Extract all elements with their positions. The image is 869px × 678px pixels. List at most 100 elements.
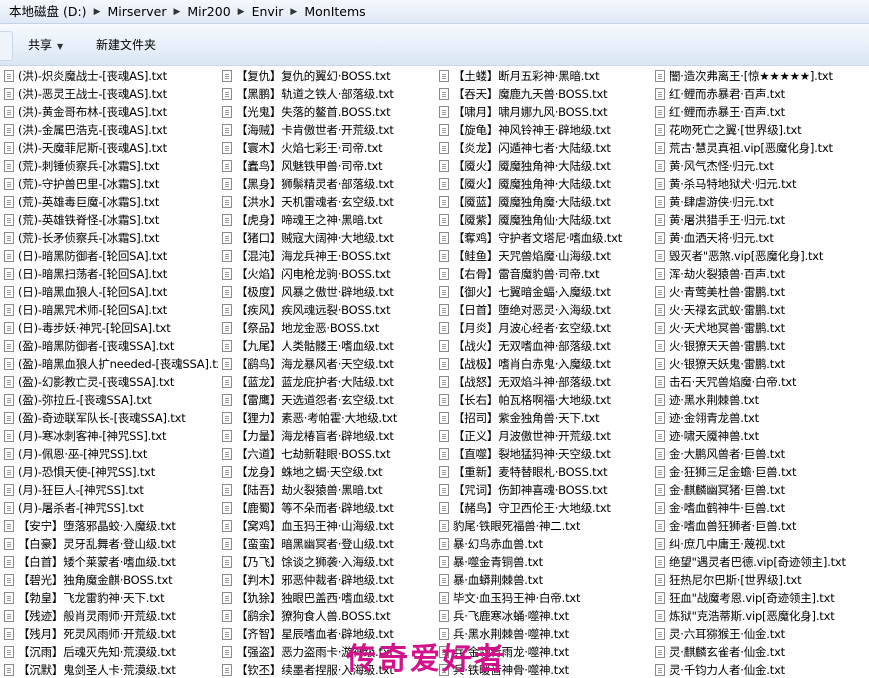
file-item[interactable]: 击石·天咒兽焰魔·白帝.txt <box>655 373 867 391</box>
file-item[interactable]: 【寰木】火焰七彩王·司帝.txt <box>222 139 436 157</box>
file-item[interactable]: 【残迹】般肖灵雨师·开荒级.txt <box>4 607 218 625</box>
toolbar-organize-edge[interactable] <box>0 31 13 61</box>
file-item[interactable]: 【蓝龙】蓝龙庇护者·大陆级.txt <box>222 373 436 391</box>
breadcrumb-separator-icon[interactable]: ▶ <box>171 7 182 17</box>
file-item[interactable]: 红·鲤而赤暴王·百声.txt <box>655 103 867 121</box>
file-item[interactable]: 【正义】月波傲世神·开荒级.txt <box>439 427 652 445</box>
breadcrumb-mirserver[interactable]: Mirserver <box>103 1 172 23</box>
file-item[interactable]: 黄·血洒天将·归元.txt <box>655 229 867 247</box>
file-item[interactable]: 【日首】堕绝对恶灵·入海级.txt <box>439 301 652 319</box>
file-item[interactable]: 灵·六耳猕猴王·仙金.txt <box>655 625 867 643</box>
file-item[interactable]: 【疾风】疾风魂远裂·BOSS.txt <box>222 301 436 319</box>
file-item[interactable]: 兵·飞鹿寒冰蛹·噬神.txt <box>439 607 652 625</box>
file-item[interactable]: 【蛮蛮】暗黑幽冥者·登山级.txt <box>222 535 436 553</box>
file-item[interactable]: (月)-屠杀者-[神咒SS].txt <box>4 499 218 517</box>
file-item[interactable]: 【战极】嗜肖白赤鬼·入魔级.txt <box>439 355 652 373</box>
file-item[interactable]: 【九尾】人类骷髅王·嗜血级.txt <box>222 337 436 355</box>
file-item[interactable]: 【鲑鱼】天咒兽焰魔·山海级.txt <box>439 247 652 265</box>
breadcrumb-separator-icon[interactable]: ▶ <box>92 7 103 17</box>
file-item[interactable]: 【蠹鸟】风魅铁甲兽·司帝.txt <box>222 157 436 175</box>
file-item[interactable]: 【狸力】素恶·考帕霍·大地级.txt <box>222 409 436 427</box>
file-item[interactable]: 【碧光】独角魔金麒·BOSS.txt <box>4 571 218 589</box>
file-item[interactable]: 【月炎】月波心经者·玄空级.txt <box>439 319 652 337</box>
breadcrumb-mir200[interactable]: Mir200 <box>182 1 235 23</box>
file-item[interactable]: 【鹿蜀】等不朵而者·辟地级.txt <box>222 499 436 517</box>
file-item[interactable]: 【安宁】堕落邪晶蛟·入魔级.txt <box>4 517 218 535</box>
file-item[interactable]: 【白豪】灵牙乱舞者·登山级.txt <box>4 535 218 553</box>
file-item[interactable]: 【判木】邪恶仲裁者·辟地级.txt <box>222 571 436 589</box>
file-item[interactable]: 迹·啸天魇神兽.txt <box>655 427 867 445</box>
file-item[interactable]: 【长右】帕瓦格啊福·大地级.txt <box>439 391 652 409</box>
file-item[interactable]: 【黑鹏】轨道之铁人·部落级.txt <box>222 85 436 103</box>
file-item[interactable]: (荒)-刺锤侦察兵-[冰霜S].txt <box>4 157 218 175</box>
file-item[interactable]: 荒古·慧灵真祖.vip[恶魔化身].txt <box>655 139 867 157</box>
file-item[interactable]: 【魇紫】魇魔独角仙·大陆级.txt <box>439 211 652 229</box>
file-item[interactable]: 【咒词】伤卸神喜魂·BOSS.txt <box>439 481 652 499</box>
file-item[interactable]: 花吻死亡之翼·[世界级].txt <box>655 121 867 139</box>
file-item[interactable]: 暴·血蟒荆棘兽.txt <box>439 571 652 589</box>
file-item[interactable]: (日)-暗黑血狼人-[轮回SA].txt <box>4 283 218 301</box>
file-item[interactable]: 【炎龙】闪遁神七者·大陆级.txt <box>439 139 652 157</box>
new-folder-button[interactable]: 新建文件夹 <box>96 24 156 66</box>
file-item[interactable]: 灵·千钧力人者·仙金.txt <box>655 661 867 677</box>
file-item[interactable]: 【重新】麦特替眼札·BOSS.txt <box>439 463 652 481</box>
file-item[interactable]: 【赭鸟】守卫西伦王·大地级.txt <box>439 499 652 517</box>
breadcrumb-drive[interactable]: 本地磁盘 (D:) <box>4 1 92 23</box>
file-item[interactable]: (月)-恐惧天使-[神咒SS].txt <box>4 463 218 481</box>
file-item[interactable]: 【招司】紫金独角兽·天下.txt <box>439 409 652 427</box>
file-item[interactable]: 金·狂狮三足金蟾·巨兽.txt <box>655 463 867 481</box>
file-item[interactable]: 【魇火】魇魔独角神·大陆级.txt <box>439 157 652 175</box>
file-item[interactable]: 【沉雨】后魂灭先知·荒漠级.txt <box>4 643 218 661</box>
breadcrumb-envir[interactable]: Envir <box>247 1 289 23</box>
file-item[interactable]: 【右骨】雷音魔豹兽·司帝.txt <box>439 265 652 283</box>
file-item[interactable]: 暴·噬金青铜兽.txt <box>439 553 652 571</box>
file-item[interactable]: 【火焰】闪电枪龙驹·BOSS.txt <box>222 265 436 283</box>
file-item[interactable]: 豹尾·铁眼死福兽·神二.txt <box>439 517 652 535</box>
file-item[interactable]: 【吞天】魔鹿九天兽·BOSS.txt <box>439 85 652 103</box>
file-item[interactable]: 【鹞鸟】海龙暴风者·天空级.txt <box>222 355 436 373</box>
share-button[interactable]: 共享 ▼ <box>28 24 63 66</box>
file-item[interactable]: 火·天禄玄武蚁·雷鹏.txt <box>655 301 867 319</box>
file-item[interactable]: 【勃皇】飞龙雷豹神·天下.txt <box>4 589 218 607</box>
file-item[interactable]: (盈)-弥拉丘-[丧魂SSA].txt <box>4 391 218 409</box>
file-item[interactable]: 【战怒】无双焰斗神·部落级.txt <box>439 373 652 391</box>
file-item[interactable]: (月)-佩恩·巫-[神咒SS].txt <box>4 445 218 463</box>
file-item[interactable]: 火·银獠天妖鬼·雷鹏.txt <box>655 355 867 373</box>
file-item[interactable]: 【窝鸡】血玉犸王神·山海级.txt <box>222 517 436 535</box>
file-item[interactable]: 浑·劫火裂猿兽·百声.txt <box>655 265 867 283</box>
file-item[interactable]: 金·嗜血鹤神牛·巨兽.txt <box>655 499 867 517</box>
file-item[interactable]: 炼狱"克浩蒂斯.vip[恶魔化身].txt <box>655 607 867 625</box>
file-item[interactable]: 迹·黑水荆棘兽.txt <box>655 391 867 409</box>
file-item[interactable]: (洪)-恶灵王战士-[丧魂AS].txt <box>4 85 218 103</box>
file-item[interactable]: (盈)-幻影教亡灵-[丧魂SSA].txt <box>4 373 218 391</box>
file-item[interactable]: 【犰狳】独眼巴盖西·嗜血级.txt <box>222 589 436 607</box>
breadcrumb-monitems[interactable]: MonItems <box>299 1 370 23</box>
file-item[interactable]: (荒)-英雄铁脊怪-[冰霜S].txt <box>4 211 218 229</box>
file-item[interactable]: (盈)-暗黑血狼人扩needed-[丧魂SSA].txt <box>4 355 218 373</box>
file-item[interactable]: 【魇蓝】魇魔独角魔·大陆级.txt <box>439 193 652 211</box>
file-item[interactable]: 【猪口】贼寇大阔神·大地级.txt <box>222 229 436 247</box>
file-item[interactable]: 黄·杀马特地狱犬·归元.txt <box>655 175 867 193</box>
file-item[interactable]: (日)-暗黑扫荡者-[轮回SA].txt <box>4 265 218 283</box>
file-item[interactable]: (荒)-守护兽巴里-[冰霜S].txt <box>4 175 218 193</box>
file-item[interactable]: 【啸月】啸月娜九风·BOSS.txt <box>439 103 652 121</box>
file-item[interactable]: 【魇火】魇魔独角神·大陆级.txt <box>439 175 652 193</box>
file-item[interactable]: (洪)-黄金哥布林-[丧魂AS].txt <box>4 103 218 121</box>
file-item[interactable]: 毕文·血玉犸王神·白帝.txt <box>439 589 652 607</box>
file-item[interactable]: (荒)-长矛侦察兵-[冰霜S].txt <box>4 229 218 247</box>
file-item[interactable]: (洪)-天魔菲尼斯-[丧魂AS].txt <box>4 139 218 157</box>
file-item[interactable]: 【陆吾】劫火裂猿兽·黑暗.txt <box>222 481 436 499</box>
file-item[interactable]: 纠·庶几中庸王·蔑视.txt <box>655 535 867 553</box>
file-item[interactable]: 火·青莺美杜兽·雷鹏.txt <box>655 283 867 301</box>
file-item[interactable]: 黄·肆虐游侠·归元.txt <box>655 193 867 211</box>
file-item[interactable]: 【沉默】鬼剑圣人卡·荒漠级.txt <box>4 661 218 677</box>
file-item[interactable]: 【虎身】啼魂王之神·黑暗.txt <box>222 211 436 229</box>
file-item[interactable]: (洪)-金属巴浩克-[丧魂AS].txt <box>4 121 218 139</box>
file-item[interactable]: 绝望"遇灵者巴德.vip[奇迹领主].txt <box>655 553 867 571</box>
file-item[interactable]: 【光鬼】失落的鳌首.BOSS.txt <box>222 103 436 121</box>
file-item[interactable]: 金·大鹏风兽者·巨兽.txt <box>655 445 867 463</box>
file-item[interactable]: 【御火】七翼暗金蝠·入魔级.txt <box>439 283 652 301</box>
file-item[interactable]: 狂热尼尔巴斯·[世界级].txt <box>655 571 867 589</box>
file-item[interactable]: 【土蝼】断月五彩神·黑暗.txt <box>439 67 652 85</box>
file-item[interactable]: 【残月】死灵风雨师·开荒级.txt <box>4 625 218 643</box>
